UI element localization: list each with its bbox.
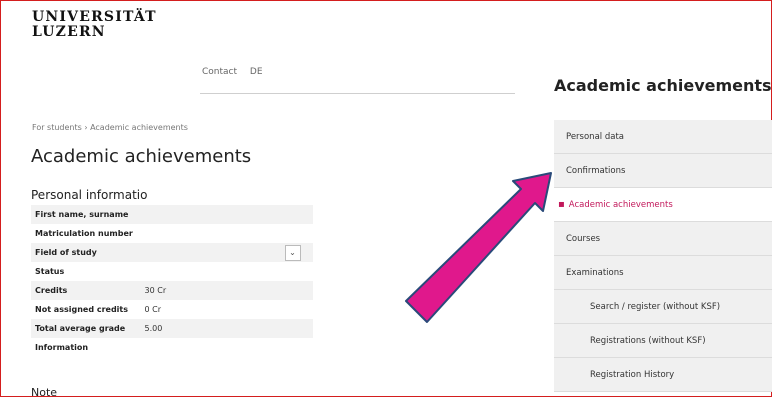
annotation-arrow-icon — [405, 172, 552, 323]
arrow-shape — [405, 172, 552, 323]
